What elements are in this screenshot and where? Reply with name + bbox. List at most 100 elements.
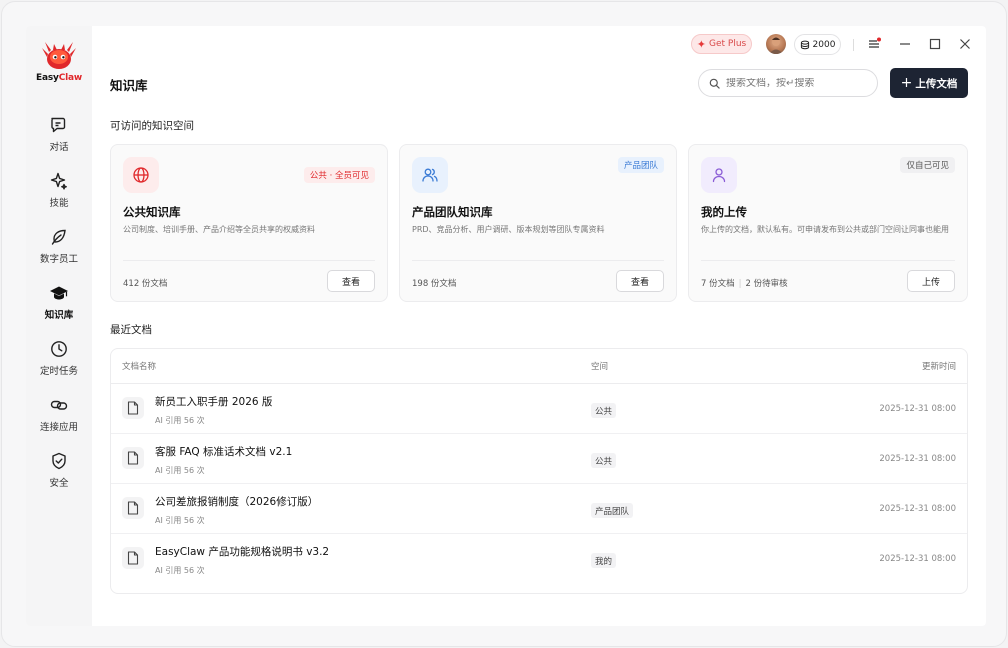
column-header-space: 空间: [591, 362, 609, 372]
page-title: 知识库: [110, 78, 148, 93]
avatar[interactable]: [766, 34, 786, 54]
search-box[interactable]: [698, 69, 878, 97]
credits-balance[interactable]: 2000: [794, 34, 841, 55]
link-icon: [50, 400, 68, 410]
get-plus-button[interactable]: ✦ Get Plus: [691, 34, 752, 54]
credits-value: 2000: [812, 39, 836, 50]
space-card-public[interactable]: 公共 · 全员可见 公共知识库 公司制度、培训手册、产品介绍等全员共享的权威资料…: [110, 144, 388, 302]
brand-prefix: Easy: [36, 73, 59, 83]
document-meta: AI 引用 56 次: [155, 416, 205, 425]
pending-review-count: 2 份待审核: [745, 279, 788, 289]
maximize-icon: [929, 38, 941, 50]
recent-documents-table: 文档名称 空间 更新时间 新员工入职手册 2026 版 AI 引用 56 次 公…: [110, 348, 968, 594]
space-badge: 产品团队: [617, 157, 664, 173]
list-notification-icon: [869, 37, 881, 48]
topbar-divider: [853, 39, 854, 51]
shield-check-icon: [52, 452, 66, 470]
column-header-updated: 更新时间: [921, 362, 956, 372]
updated-time: 2025-12-31 08:00: [879, 554, 956, 564]
graduation-cap-icon: [50, 286, 68, 300]
document-name: 客服 FAQ 标准话术文档 v2.1: [155, 446, 293, 458]
space-icon-container: [701, 157, 737, 193]
space-tag: 公共: [591, 403, 617, 418]
sidebar-nav: 对话 技能 数字员工 知识库 定时任务 连接应用 安全: [26, 106, 92, 498]
document-name: 公司差旅报销制度（2026修订版）: [155, 496, 319, 508]
upload-document-label: 上传文档: [915, 77, 958, 90]
search-icon: [709, 78, 720, 89]
recent-section-title: 最近文档: [110, 324, 152, 336]
user-icon: [712, 168, 726, 183]
plus-icon: +: [900, 75, 913, 91]
sidebar-item-label: 定时任务: [39, 366, 78, 377]
space-icon-container: [123, 157, 159, 193]
document-meta: AI 引用 56 次: [155, 516, 205, 525]
document-icon: [122, 547, 144, 569]
sidebar-item-skills[interactable]: 技能: [26, 162, 92, 218]
card-divider: [123, 260, 375, 261]
sidebar-item-label: 对话: [49, 142, 69, 153]
get-plus-label: Get Plus: [708, 39, 747, 49]
globe-icon: [133, 167, 149, 183]
document-name: EasyClaw 产品功能规格说明书 v3.2: [155, 546, 330, 558]
space-tag: 我的: [591, 553, 617, 568]
space-doc-count: 198 份文档: [412, 279, 457, 289]
sidebar: EasyClaw 对话 技能 数字员工 知识库 定时任务 连接应用 安全: [26, 26, 92, 626]
space-description: PRD、竞品分析、用户调研、版本规划等团队专属资料: [412, 225, 605, 234]
minimize-icon: [900, 43, 910, 45]
space-card-my-uploads[interactable]: 仅自己可见 我的上传 你上传的文档，默认私有。可申请发布到公共或部门空间让同事也…: [688, 144, 968, 302]
document-icon: [122, 447, 144, 469]
column-header-name: 文档名称: [122, 362, 157, 372]
updated-time: 2025-12-31 08:00: [879, 504, 956, 514]
view-space-button[interactable]: 查看: [616, 270, 664, 292]
space-badge: 公共 · 全员可见: [303, 167, 375, 183]
app-window: EasyClaw 对话 技能 数字员工 知识库 定时任务 连接应用 安全 ✦ G…: [26, 26, 986, 626]
space-tag: 公共: [591, 453, 617, 468]
upload-document-button[interactable]: + 上传文档: [890, 68, 968, 98]
space-card-product-team[interactable]: 产品团队 产品团队知识库 PRD、竞品分析、用户调研、版本规划等团队专属资料 1…: [399, 144, 677, 302]
sidebar-item-label: 知识库: [44, 310, 74, 321]
table-row[interactable]: 客服 FAQ 标准话术文档 v2.1 AI 引用 56 次 公共 2025-12…: [111, 434, 967, 484]
brand-suffix: Claw: [58, 73, 82, 83]
space-icon-container: [412, 157, 448, 193]
table-row[interactable]: 公司差旅报销制度（2026修订版） AI 引用 56 次 产品团队 2025-1…: [111, 484, 967, 534]
sidebar-item-label: 技能: [49, 198, 69, 209]
claw-logo-icon: [42, 42, 76, 69]
sidebar-item-scheduled-tasks[interactable]: 定时任务: [26, 330, 92, 386]
sidebar-item-label: 数字员工: [39, 254, 78, 265]
document-icon: [122, 397, 144, 419]
view-space-button[interactable]: 查看: [327, 270, 375, 292]
space-tag: 产品团队: [591, 503, 634, 518]
avatar-photo: [769, 37, 783, 54]
maximize-button[interactable]: [927, 36, 943, 52]
close-button[interactable]: [957, 36, 973, 52]
coin-stack-icon: [800, 40, 809, 49]
sidebar-item-security[interactable]: 安全: [26, 442, 92, 498]
table-row[interactable]: EasyClaw 产品功能规格说明书 v3.2 AI 引用 56 次 我的 20…: [111, 534, 967, 584]
table-row[interactable]: 新员工入职手册 2026 版 AI 引用 56 次 公共 2025-12-31 …: [111, 384, 967, 434]
document-meta: AI 引用 56 次: [155, 466, 205, 475]
sidebar-item-connected-apps[interactable]: 连接应用: [26, 386, 92, 442]
search-input[interactable]: [726, 77, 866, 89]
task-list-button[interactable]: [866, 36, 882, 52]
document-meta: AI 引用 56 次: [155, 566, 205, 575]
app-frame: EasyClaw 对话 技能 数字员工 知识库 定时任务 连接应用 安全 ✦ G…: [1, 1, 1007, 647]
sidebar-item-label: 安全: [49, 478, 69, 489]
sparkle-icon: [50, 172, 67, 190]
sidebar-item-chat[interactable]: 对话: [26, 106, 92, 162]
minimize-button[interactable]: [897, 36, 913, 52]
space-doc-count: 7 份文档 | 2 份待审核: [701, 277, 788, 289]
sidebar-item-knowledge-base[interactable]: 知识库: [26, 274, 92, 330]
upload-button[interactable]: 上传: [907, 270, 955, 292]
sidebar-item-label: 连接应用: [39, 422, 78, 433]
users-icon: [422, 168, 438, 182]
sparkle-icon: ✦: [696, 37, 706, 51]
card-divider: [701, 260, 955, 261]
document-icon: [122, 497, 144, 519]
spaces-section-title: 可访问的知识空间: [110, 120, 194, 132]
brand-logo[interactable]: EasyClaw: [26, 38, 92, 83]
space-title: 产品团队知识库: [412, 205, 493, 219]
space-badge: 仅自己可见: [900, 157, 955, 173]
space-description: 公司制度、培训手册、产品介绍等全员共享的权威资料: [123, 225, 315, 234]
sidebar-item-digital-staff[interactable]: 数字员工: [26, 218, 92, 274]
space-title: 公共知识库: [123, 205, 181, 219]
